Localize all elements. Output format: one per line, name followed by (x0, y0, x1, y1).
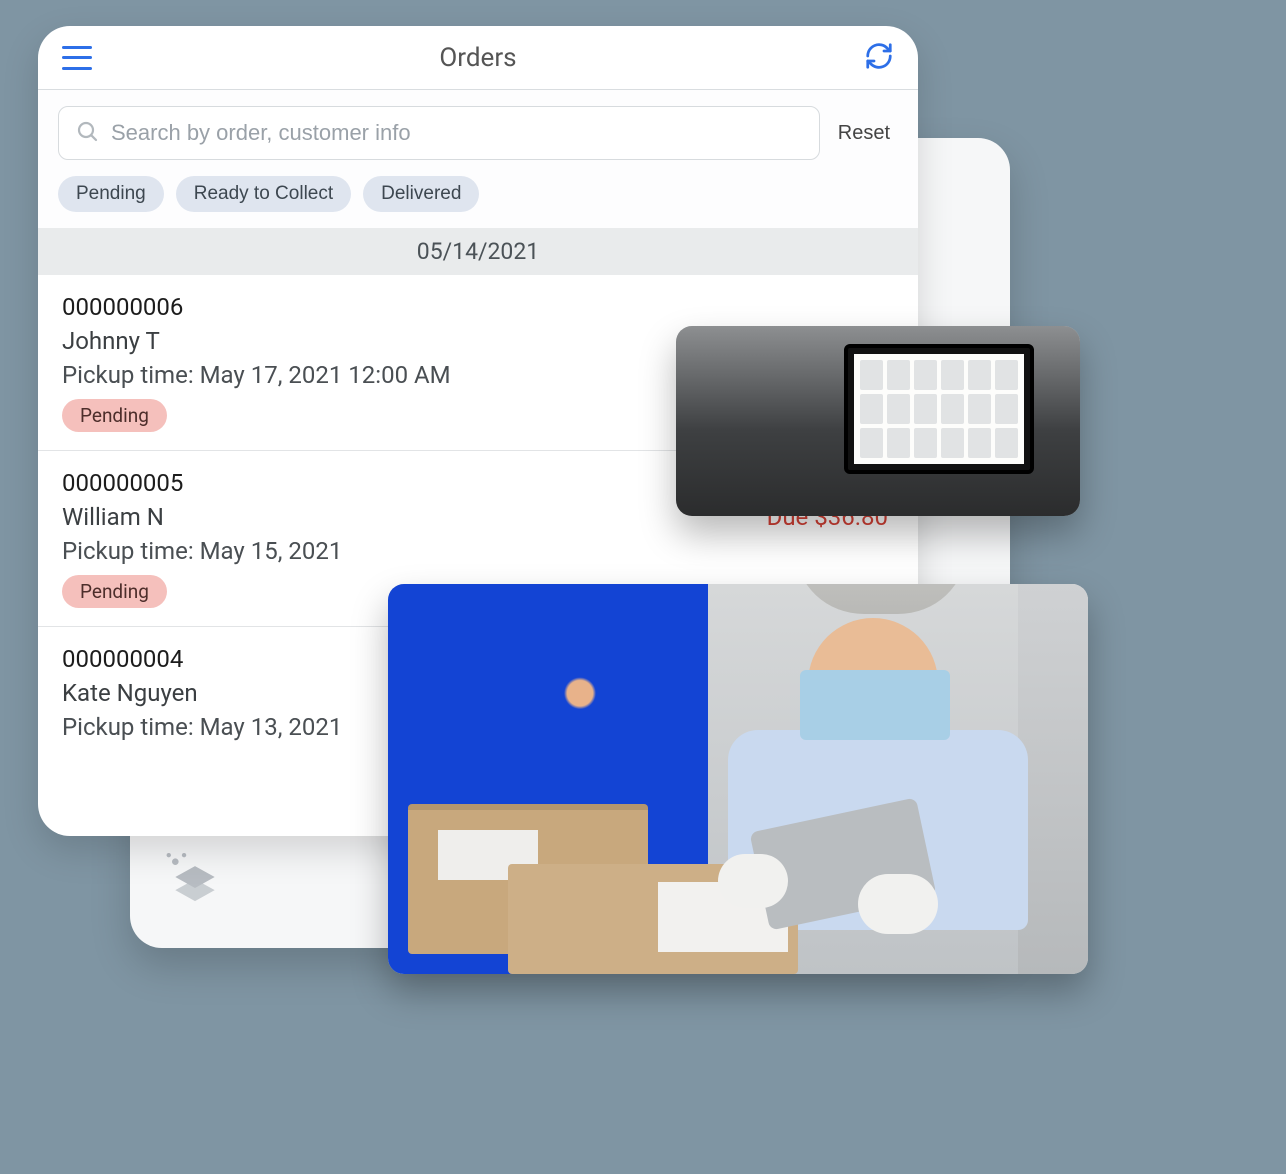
filter-chip-ready[interactable]: Ready to Collect (176, 176, 351, 212)
refresh-button[interactable] (864, 41, 894, 75)
page-title: Orders (439, 43, 516, 73)
filter-chip-delivered[interactable]: Delivered (363, 176, 479, 212)
order-number: 000000006 (62, 293, 183, 321)
refresh-icon (864, 56, 894, 75)
search-box[interactable] (58, 106, 820, 160)
filter-chip-row: Pending Ready to Collect Delivered (38, 172, 918, 228)
warehouse-photo (388, 584, 1088, 974)
reset-button[interactable]: Reset (838, 122, 898, 145)
order-pickup-time: Pickup time: May 15, 2021 (62, 537, 894, 565)
menu-button[interactable] (62, 46, 92, 70)
search-icon (75, 119, 99, 147)
status-badge: Pending (62, 575, 167, 608)
search-input[interactable] (99, 120, 803, 146)
date-divider: 05/14/2021 (38, 228, 918, 275)
pos-terminal-photo (676, 326, 1080, 516)
order-customer: William N (62, 503, 164, 531)
search-row: Reset (38, 90, 918, 172)
status-badge: Pending (62, 399, 167, 432)
brand-logo-icon (160, 842, 230, 912)
panel-header: Orders (38, 26, 918, 90)
order-number: 000000005 (62, 469, 183, 497)
filter-chip-pending[interactable]: Pending (58, 176, 164, 212)
order-number: 000000004 (62, 645, 183, 673)
